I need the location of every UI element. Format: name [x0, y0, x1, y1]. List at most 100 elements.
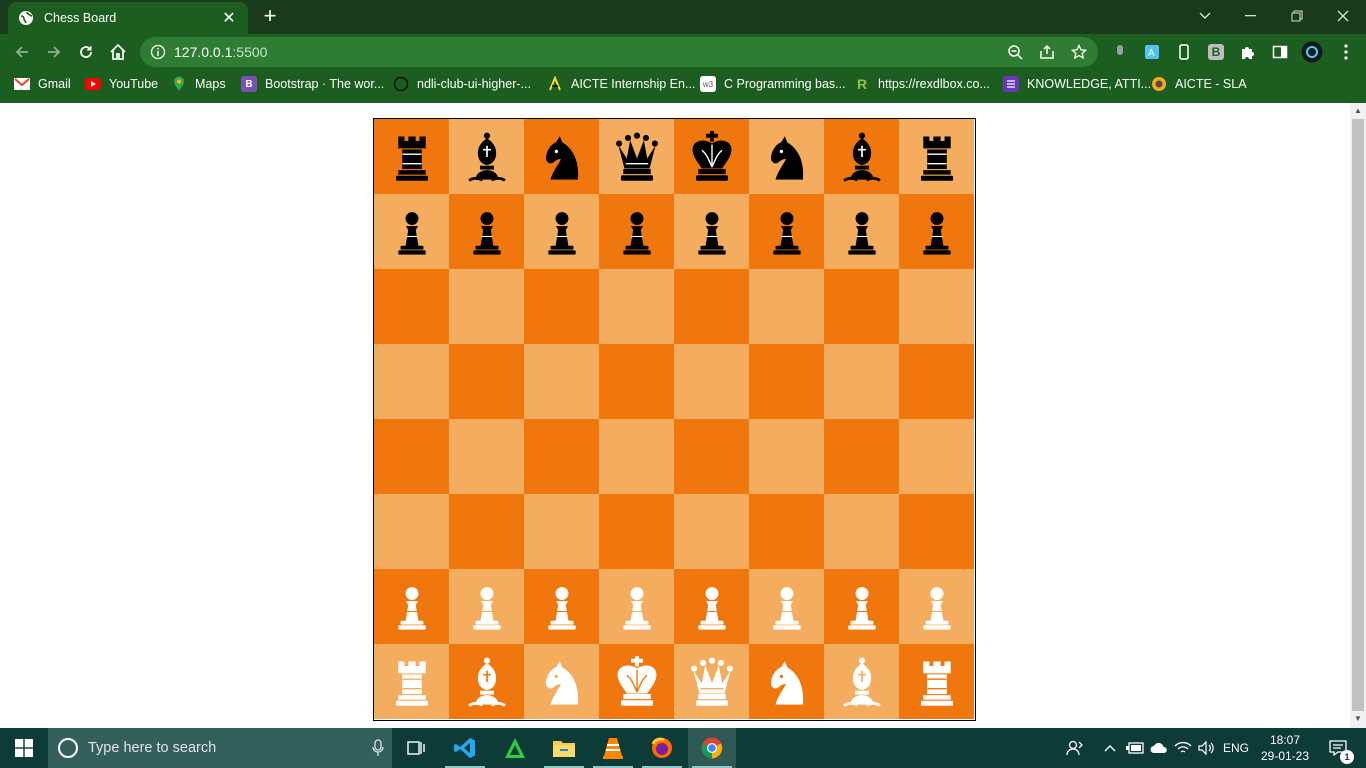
square-d7[interactable]: [599, 194, 674, 269]
square-h7[interactable]: [899, 194, 974, 269]
square-b8[interactable]: [449, 119, 524, 194]
bookmark-star-icon[interactable]: [1070, 43, 1088, 61]
square-e6[interactable]: [674, 269, 749, 344]
square-d4[interactable]: [599, 419, 674, 494]
square-e2[interactable]: [674, 569, 749, 644]
square-f7[interactable]: [749, 194, 824, 269]
black-pawn-icon[interactable]: [609, 204, 665, 260]
square-h4[interactable]: [899, 419, 974, 494]
square-b1[interactable]: [449, 644, 524, 719]
square-a4[interactable]: [374, 419, 449, 494]
black-bishop-icon[interactable]: [834, 129, 890, 185]
square-f3[interactable]: [749, 494, 824, 569]
taskbar-search-box[interactable]: Type here to search: [48, 728, 392, 768]
volume-icon[interactable]: [1196, 728, 1218, 768]
white-rook-icon[interactable]: [909, 654, 965, 710]
bookmark-gmail[interactable]: Gmail: [14, 75, 71, 93]
square-c1[interactable]: [524, 644, 599, 719]
square-d5[interactable]: [599, 344, 674, 419]
bookmark-aicte-internship[interactable]: AICTE Internship En...: [547, 75, 695, 93]
black-pawn-icon[interactable]: [759, 204, 815, 260]
square-c7[interactable]: [524, 194, 599, 269]
square-d8[interactable]: [599, 119, 674, 194]
square-f6[interactable]: [749, 269, 824, 344]
square-a2[interactable]: [374, 569, 449, 644]
square-c6[interactable]: [524, 269, 599, 344]
black-knight-icon[interactable]: [534, 129, 590, 185]
white-pawn-icon[interactable]: [684, 579, 740, 635]
square-a8[interactable]: [374, 119, 449, 194]
share-icon[interactable]: [1038, 43, 1056, 61]
black-pawn-icon[interactable]: [459, 204, 515, 260]
home-icon[interactable]: [106, 40, 130, 64]
tab-chess-board[interactable]: Chess Board ✕: [8, 2, 248, 34]
square-a3[interactable]: [374, 494, 449, 569]
notifications-icon[interactable]: 1: [1318, 728, 1358, 768]
system-clock[interactable]: 18:07 29-01-23: [1254, 732, 1316, 764]
black-pawn-icon[interactable]: [684, 204, 740, 260]
extension-b-icon[interactable]: B: [1206, 42, 1226, 62]
black-pawn-icon[interactable]: [384, 204, 440, 260]
white-knight-icon[interactable]: [759, 654, 815, 710]
back-icon[interactable]: [10, 40, 34, 64]
microphone-icon[interactable]: [364, 739, 392, 757]
square-g2[interactable]: [824, 569, 899, 644]
scroll-up-icon[interactable]: ▲: [1354, 106, 1362, 115]
white-pawn-icon[interactable]: [459, 579, 515, 635]
square-c8[interactable]: [524, 119, 599, 194]
white-pawn-icon[interactable]: [759, 579, 815, 635]
square-a6[interactable]: [374, 269, 449, 344]
square-h6[interactable]: [899, 269, 974, 344]
battery-icon[interactable]: [1124, 728, 1146, 768]
site-info-icon[interactable]: [150, 44, 166, 60]
bookmark-rexdlbox[interactable]: R https://rexdlbox.co...: [854, 75, 990, 93]
square-e8[interactable]: [674, 119, 749, 194]
scrollbar-thumb[interactable]: [1352, 119, 1364, 711]
black-rook-icon[interactable]: [384, 129, 440, 185]
black-knight-icon[interactable]: [759, 129, 815, 185]
address-bar[interactable]: 127.0.0.1:5500: [140, 37, 1098, 67]
side-panel-icon[interactable]: [1270, 42, 1290, 62]
square-b3[interactable]: [449, 494, 524, 569]
minimize-icon[interactable]: [1228, 0, 1274, 32]
square-e1[interactable]: [674, 644, 749, 719]
bookmark-knowledge[interactable]: KNOWLEDGE, ATTI...: [1003, 75, 1151, 93]
bookmark-maps[interactable]: Maps: [171, 75, 226, 93]
square-b4[interactable]: [449, 419, 524, 494]
square-c4[interactable]: [524, 419, 599, 494]
black-pawn-icon[interactable]: [909, 204, 965, 260]
extensions-puzzle-icon[interactable]: [1238, 42, 1258, 62]
black-king-icon[interactable]: [684, 129, 740, 185]
bookmark-aicte-sla[interactable]: AICTE - SLA: [1151, 75, 1247, 93]
square-h2[interactable]: [899, 569, 974, 644]
square-c3[interactable]: [524, 494, 599, 569]
black-bishop-icon[interactable]: [459, 129, 515, 185]
square-g3[interactable]: [824, 494, 899, 569]
square-d2[interactable]: [599, 569, 674, 644]
square-g6[interactable]: [824, 269, 899, 344]
black-pawn-icon[interactable]: [834, 204, 890, 260]
show-hidden-icons-chevron-icon[interactable]: [1100, 728, 1120, 768]
square-e3[interactable]: [674, 494, 749, 569]
bookmark-c-programming[interactable]: w3 C Programming bas...: [700, 75, 846, 93]
square-e4[interactable]: [674, 419, 749, 494]
square-h8[interactable]: [899, 119, 974, 194]
white-bishop-icon[interactable]: [459, 654, 515, 710]
task-view-icon[interactable]: [392, 728, 440, 768]
square-e5[interactable]: [674, 344, 749, 419]
square-b2[interactable]: [449, 569, 524, 644]
square-g4[interactable]: [824, 419, 899, 494]
square-f4[interactable]: [749, 419, 824, 494]
wifi-icon[interactable]: [1172, 728, 1194, 768]
extension-mic-icon[interactable]: [1110, 42, 1130, 62]
profile-avatar-icon[interactable]: [1301, 41, 1323, 63]
scroll-down-icon[interactable]: ▼: [1354, 714, 1362, 723]
square-b7[interactable]: [449, 194, 524, 269]
white-rook-icon[interactable]: [384, 654, 440, 710]
language-indicator[interactable]: ENG: [1220, 728, 1252, 768]
square-c2[interactable]: [524, 569, 599, 644]
square-g7[interactable]: [824, 194, 899, 269]
square-d6[interactable]: [599, 269, 674, 344]
black-pawn-icon[interactable]: [534, 204, 590, 260]
chrome-icon[interactable]: [688, 728, 736, 768]
